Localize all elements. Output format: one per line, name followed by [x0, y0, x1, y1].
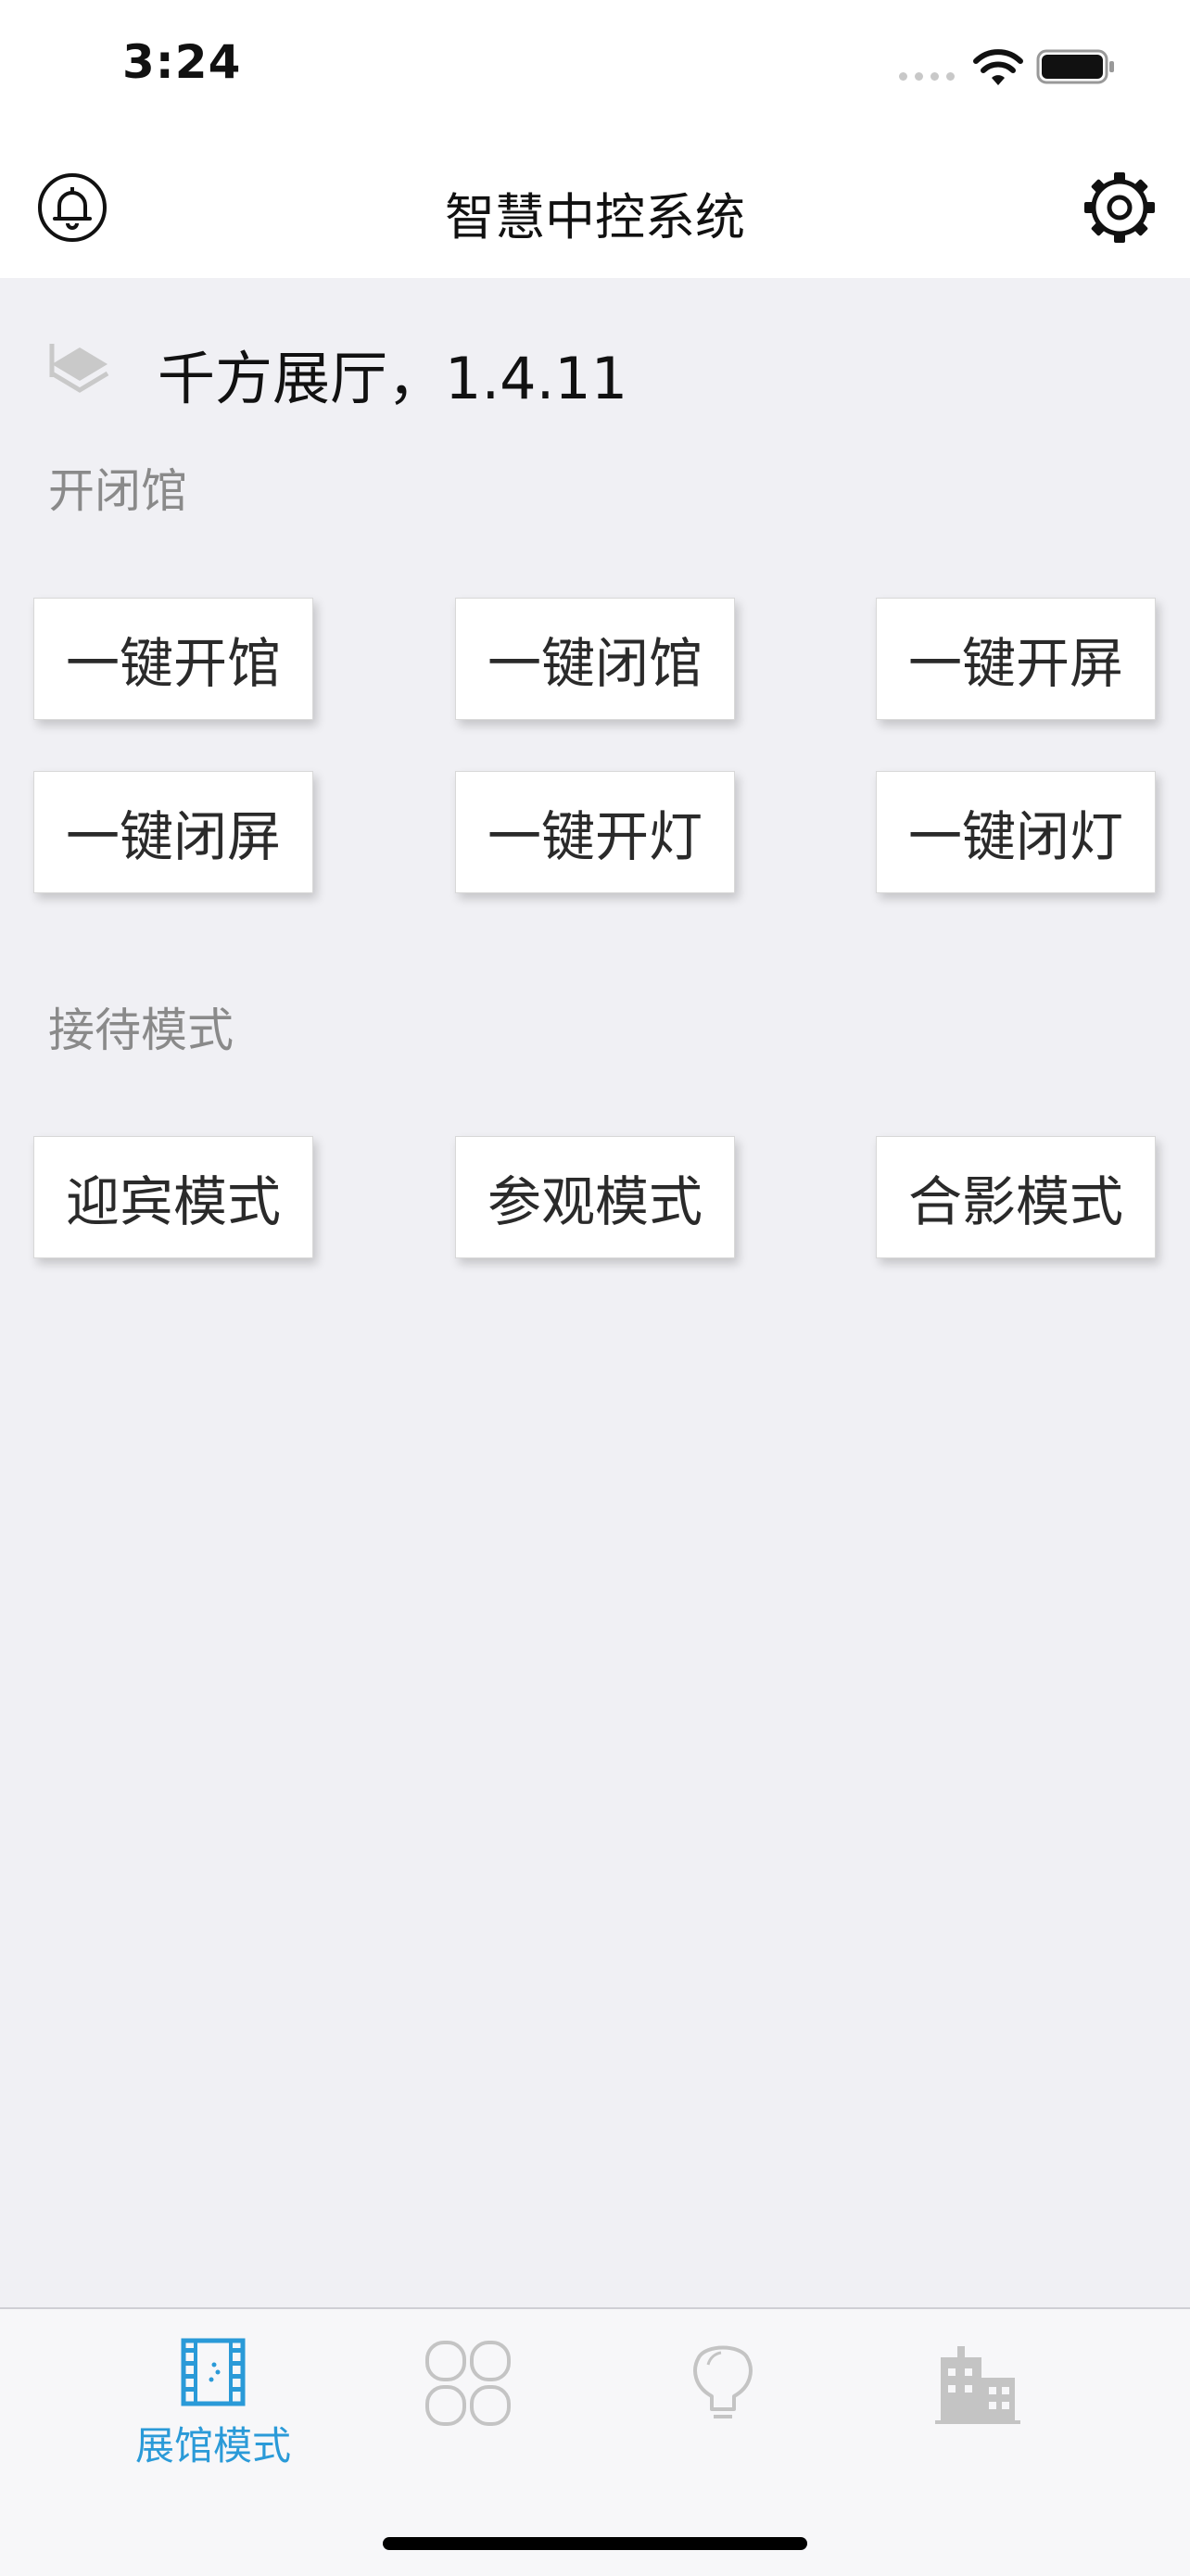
tab-venue-mode[interactable]: 展馆模式 — [120, 2337, 306, 2504]
welcome-mode-button[interactable]: 迎宾模式 — [33, 1136, 313, 1258]
lights-off-button[interactable]: 一键闭灯 — [876, 771, 1156, 893]
layers-icon — [49, 344, 109, 393]
cellular-signal-icon — [899, 72, 955, 81]
tab-devices[interactable] — [375, 2337, 561, 2504]
tab-bar: 展馆模式 — [0, 2307, 1190, 2576]
section-title-reception: 接待模式 — [48, 1004, 234, 1057]
status-time: 3:24 — [122, 35, 242, 89]
venue-header: 千方展厅，1.4.11 — [46, 334, 627, 413]
photo-mode-button[interactable]: 合影模式 — [876, 1136, 1156, 1258]
home-indicator — [383, 2537, 807, 2550]
section-title-open-close: 开闭馆 — [48, 464, 187, 518]
tab-buildings[interactable] — [885, 2337, 1070, 2504]
tab-lighting[interactable] — [630, 2337, 816, 2504]
grid-circles-icon — [425, 2341, 511, 2426]
building-icon — [935, 2346, 1020, 2424]
tab-venue-mode-label: 展馆模式 — [134, 2423, 291, 2469]
lightbulb-icon — [693, 2345, 753, 2418]
visit-mode-button[interactable]: 参观模式 — [455, 1136, 735, 1258]
wifi-icon — [973, 49, 1023, 85]
status-bar: 3:24 — [0, 0, 1190, 139]
film-icon — [181, 2338, 246, 2406]
screens-off-button[interactable]: 一键闭屏 — [33, 771, 313, 893]
close-venue-button[interactable]: 一键闭馆 — [455, 598, 735, 720]
venue-name: 千方展厅，1.4.11 — [158, 345, 628, 412]
screens-on-button[interactable]: 一键开屏 — [876, 598, 1156, 720]
open-venue-button[interactable]: 一键开馆 — [33, 598, 313, 720]
lights-on-button[interactable]: 一键开灯 — [455, 771, 735, 893]
nav-bar: 智慧中控系统 — [0, 139, 1190, 278]
page-title: 智慧中控系统 — [445, 188, 745, 246]
battery-icon — [1036, 49, 1114, 84]
gear-icon[interactable] — [1081, 169, 1158, 246]
